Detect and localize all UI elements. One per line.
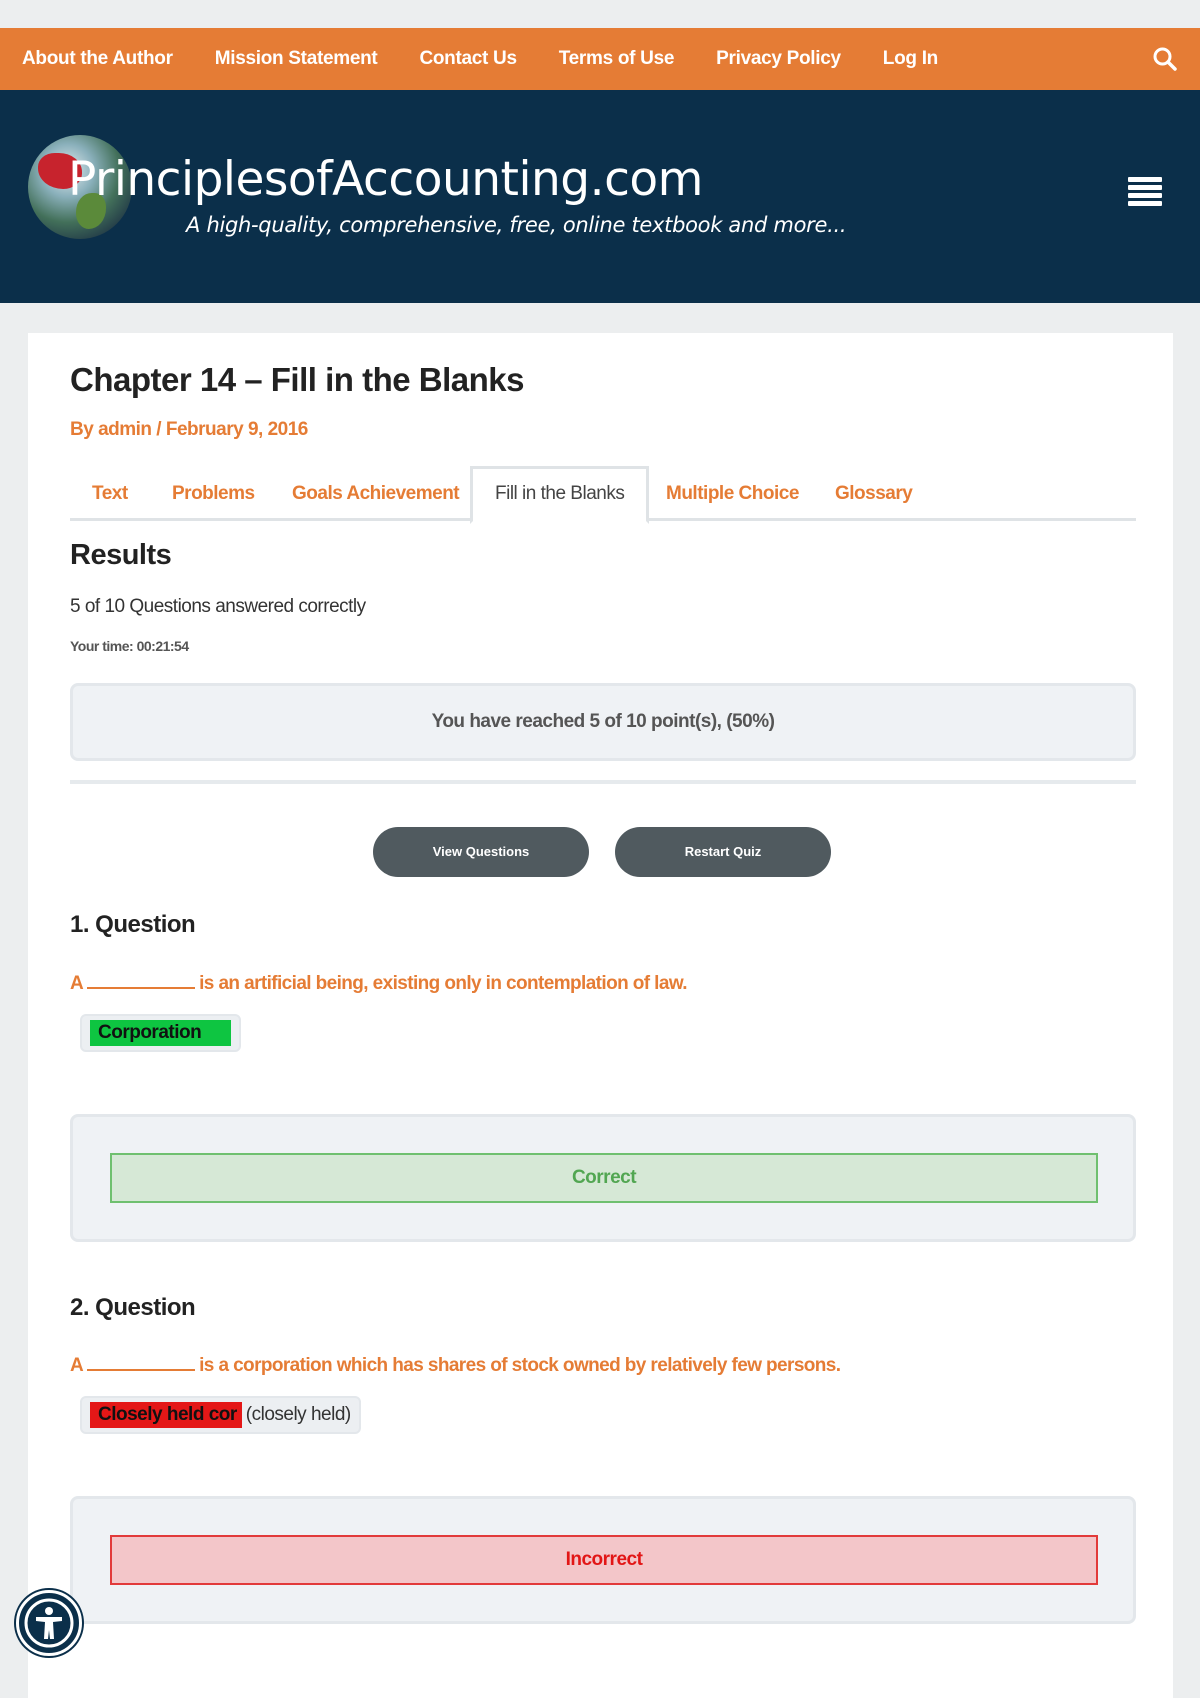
chapter-tabs: Text Problems Goals Achievement Fill in …: [70, 466, 1136, 524]
post-meta[interactable]: By admin / February 9, 2016: [70, 419, 308, 441]
hamburger-line: [1128, 193, 1162, 198]
nav-link-contact-us[interactable]: Contact Us: [419, 48, 517, 70]
question-2-correct-answer: (closely held): [245, 1404, 351, 1425]
question-2-user-answer: Closely held cor: [90, 1402, 242, 1428]
top-navigation-bar: About the Author Mission Statement Conta…: [0, 28, 1200, 90]
nav-link-terms-of-use[interactable]: Terms of Use: [559, 48, 675, 70]
points-summary-box: You have reached 5 of 10 point(s), (50%): [70, 683, 1136, 761]
question-2-blank: [87, 1357, 196, 1371]
hamburger-menu-icon[interactable]: [1128, 177, 1162, 209]
page-title: Chapter 14 – Fill in the Blanks: [70, 361, 524, 398]
tab-glossary[interactable]: Glossary: [813, 466, 934, 521]
divider: [70, 780, 1136, 784]
question-2-answer-box: Closely held cor (closely held): [80, 1396, 361, 1434]
question-2-text: Ais a corporation which has shares of st…: [70, 1355, 841, 1377]
nav-link-privacy-policy[interactable]: Privacy Policy: [716, 48, 841, 70]
tab-goals-achievement[interactable]: Goals Achievement: [270, 466, 481, 521]
main-content: Chapter 14 – Fill in the Blanks By admin…: [28, 333, 1173, 1698]
top-nav: About the Author Mission Statement Conta…: [0, 28, 958, 90]
hamburger-line: [1128, 177, 1162, 182]
nav-link-mission-statement[interactable]: Mission Statement: [215, 48, 378, 70]
question-1-text: Ais an artificial being, existing only i…: [70, 973, 688, 995]
question-2-suffix: is a corporation which has shares of sto…: [199, 1355, 841, 1376]
question-2-title: 2. Question: [70, 1294, 196, 1321]
site-tagline: A high-quality, comprehensive, free, onl…: [186, 213, 847, 237]
accessibility-person-icon: [24, 1598, 74, 1648]
question-1-prefix: A: [70, 973, 84, 994]
nav-link-about-author[interactable]: About the Author: [22, 48, 173, 70]
tab-fill-in-the-blanks[interactable]: Fill in the Blanks: [470, 466, 650, 524]
hamburger-line: [1128, 185, 1162, 190]
tab-problems[interactable]: Problems: [150, 466, 277, 521]
results-time: Your time: 00:21:54: [70, 638, 189, 654]
question-1-answer-box: Corporation: [80, 1014, 242, 1052]
results-summary: 5 of 10 Questions answered correctly: [70, 596, 366, 617]
question-1-feedback-box: Correct: [70, 1114, 1136, 1242]
site-header: PrinciplesofAccounting.com A high-qualit…: [0, 90, 1200, 303]
question-1-feedback-correct: Correct: [110, 1153, 1098, 1203]
tab-multiple-choice[interactable]: Multiple Choice: [644, 466, 821, 521]
results-heading: Results: [70, 539, 172, 571]
question-1-blank: [87, 975, 196, 989]
question-1-suffix: is an artificial being, existing only in…: [199, 973, 687, 994]
search-icon[interactable]: [1152, 46, 1178, 72]
question-2-prefix: A: [70, 1355, 84, 1376]
view-questions-button[interactable]: View Questions: [373, 827, 589, 877]
tab-text[interactable]: Text: [70, 466, 150, 521]
question-1-user-answer: Corporation: [90, 1020, 232, 1046]
question-2-feedback-box: Incorrect: [70, 1496, 1136, 1624]
accessibility-button[interactable]: [16, 1590, 82, 1656]
hamburger-line: [1128, 201, 1162, 206]
site-brand-name[interactable]: PrinciplesofAccounting.com: [68, 152, 703, 207]
nav-link-log-in[interactable]: Log In: [883, 48, 938, 70]
restart-quiz-button[interactable]: Restart Quiz: [615, 827, 831, 877]
question-2-feedback-incorrect: Incorrect: [110, 1535, 1098, 1585]
question-1-title: 1. Question: [70, 911, 196, 938]
